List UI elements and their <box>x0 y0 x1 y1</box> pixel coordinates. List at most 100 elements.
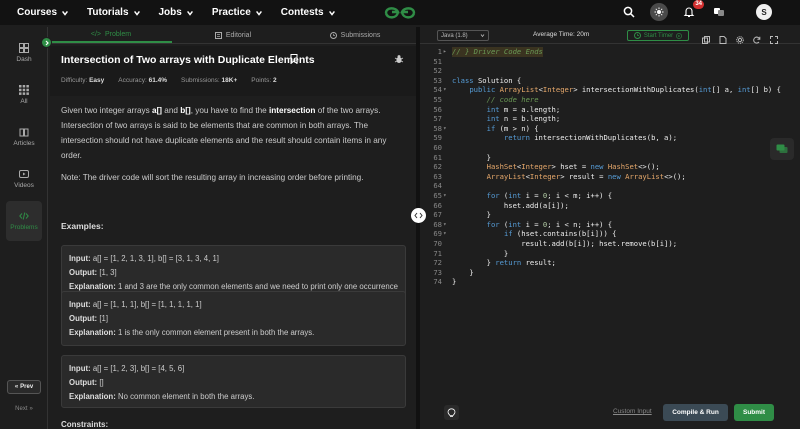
code-line: } return result; <box>452 258 556 268</box>
notifications-button[interactable]: 34 <box>680 0 704 21</box>
compile-run-button[interactable]: Compile & Run <box>663 404 728 421</box>
document-icon <box>214 31 222 39</box>
line-number: 71 <box>433 248 442 258</box>
line-number: 66 <box>433 200 442 210</box>
code-line: HashSet<Integer> hset = new HashSet<>(); <box>486 162 660 172</box>
fold-toggle-icon[interactable]: ▾ <box>443 229 449 239</box>
line-number: 60 <box>433 143 442 152</box>
line-number: 65 <box>433 191 442 200</box>
code-editor[interactable]: 1 ▸// } Driver Code Ends 51 52 53 class Solut… <box>420 46 800 406</box>
line-number: 59 <box>433 133 442 143</box>
average-time: Average Time: 20m <box>533 31 590 38</box>
settings-icon[interactable] <box>736 31 744 44</box>
avatar[interactable]: S <box>756 4 772 20</box>
chevron-down-icon <box>328 10 335 16</box>
lightbulb-icon <box>447 407 456 417</box>
file-icon[interactable] <box>719 31 727 44</box>
line-number: 58 <box>433 123 442 133</box>
code-icon: </> <box>90 30 102 38</box>
fold-toggle-icon[interactable]: ▸ <box>443 47 449 57</box>
next-problem-button[interactable]: Next » <box>7 402 41 416</box>
line-number: 70 <box>433 239 442 248</box>
code-line: return intersectionWithDuplicates(b, a); <box>503 133 678 143</box>
tab-editorial[interactable]: Editorial <box>172 27 294 43</box>
line-number: 56 <box>433 104 442 114</box>
clock-icon <box>329 31 337 39</box>
chat-button[interactable] <box>770 138 794 160</box>
prev-problem-button[interactable]: « Prev <box>7 380 41 394</box>
chevron-right-icon <box>45 40 49 45</box>
fold-toggle-icon[interactable]: ▾ <box>443 124 449 134</box>
top-navbar: Courses Tutorials Jobs Practice Contests… <box>0 0 800 25</box>
left-sidebar: Dash All Articles Videos Problems « Prev… <box>0 27 48 429</box>
translate-icon[interactable] <box>710 3 728 21</box>
timer-icon <box>633 32 641 39</box>
fullscreen-icon[interactable] <box>770 31 778 44</box>
sidebar-item-videos[interactable]: Videos <box>6 159 42 199</box>
code-line: public ArrayList<Integer> intersectionWi… <box>469 85 781 95</box>
code-line: class Solution { <box>452 75 522 85</box>
line-number: 55 <box>433 95 442 104</box>
code-line: } <box>452 248 509 258</box>
line-number: 57 <box>433 114 442 124</box>
theme-toggle-button[interactable] <box>650 3 668 21</box>
gfg-logo[interactable] <box>382 3 418 22</box>
search-icon[interactable] <box>620 3 638 21</box>
sidebar-item-all[interactable]: All <box>6 75 42 115</box>
nav-practice[interactable]: Practice <box>212 7 263 18</box>
submissions-value: 18K+ <box>221 77 238 84</box>
fold-toggle-icon[interactable]: ▾ <box>443 85 449 95</box>
chevron-down-icon <box>186 10 193 16</box>
code-line: } <box>452 210 491 220</box>
sidebar-item-articles[interactable]: Articles <box>6 117 42 157</box>
fold-toggle-icon[interactable]: ▾ <box>443 191 449 201</box>
nav-courses[interactable]: Courses <box>17 7 69 18</box>
reset-icon[interactable] <box>753 31 761 44</box>
nav-contests[interactable]: Contests <box>281 7 336 18</box>
chevron-down-icon <box>62 10 68 16</box>
resize-handle[interactable] <box>411 208 426 223</box>
chevron-down-icon <box>480 34 485 38</box>
sidebar-item-problems[interactable]: Problems <box>6 201 42 241</box>
note-paragraph: Note: The driver code will sort the resu… <box>61 173 364 182</box>
line-number: 72 <box>433 258 442 268</box>
page-title: Intersection of Two arrays with Duplicat… <box>61 54 315 66</box>
code-line: } <box>452 267 474 277</box>
start-timer-button[interactable]: Start Timer <box>627 30 689 41</box>
language-select[interactable]: Java (1.8) <box>437 30 489 41</box>
description-paragraph: Given two integer arrays a[] and b[], yo… <box>61 106 387 160</box>
custom-input-link[interactable]: Custom Input <box>613 408 652 415</box>
tab-problem[interactable]: </> Problem <box>50 27 172 43</box>
copy-icon[interactable] <box>702 31 710 44</box>
problem-meta: Difficulty: Easy Accuracy: 61.4% Submiss… <box>61 77 277 84</box>
chevron-down-icon <box>255 10 262 16</box>
nav-tutorials[interactable]: Tutorials <box>87 7 140 18</box>
problem-header: Intersection of Two arrays with Duplicat… <box>50 46 416 96</box>
points-value: 2 <box>272 77 277 84</box>
constraints-heading: Constraints: <box>61 420 109 429</box>
code-line: if (m > n) { <box>486 123 539 133</box>
submit-button[interactable]: Submit <box>734 404 774 421</box>
bookmark-icon[interactable] <box>290 54 298 64</box>
topbar-actions: 34 S <box>620 0 772 21</box>
code-line: hset.add(a[i]); <box>452 200 569 210</box>
hint-button[interactable] <box>444 405 459 420</box>
line-number: 52 <box>433 66 442 76</box>
editor-tools <box>702 31 778 44</box>
nav-jobs[interactable]: Jobs <box>159 7 194 18</box>
line-number: 51 <box>433 56 442 66</box>
report-bug-icon[interactable] <box>394 54 404 64</box>
problem-tabs: </> Problem Editorial Submissions <box>50 27 416 44</box>
editor-toolbar: Java (1.8) Average Time: 20m Start Timer <box>420 27 800 44</box>
line-number: 62 <box>433 162 442 172</box>
code-line: result.add(b[i]); hset.remove(b[i]); <box>452 239 678 248</box>
collapse-sidebar-button[interactable] <box>41 37 52 48</box>
tab-submissions[interactable]: Submissions <box>294 27 416 43</box>
fold-toggle-icon[interactable]: ▾ <box>443 220 449 230</box>
accuracy-value: 61.4% <box>148 77 168 84</box>
editor-panel: Java (1.8) Average Time: 20m Start Timer… <box>420 27 800 429</box>
difficulty-value: Easy <box>89 77 105 84</box>
line-number: 53 <box>433 75 442 85</box>
code-line: // } Driver Code Ends <box>452 47 543 57</box>
sidebar-item-dash[interactable]: Dash <box>6 33 42 73</box>
